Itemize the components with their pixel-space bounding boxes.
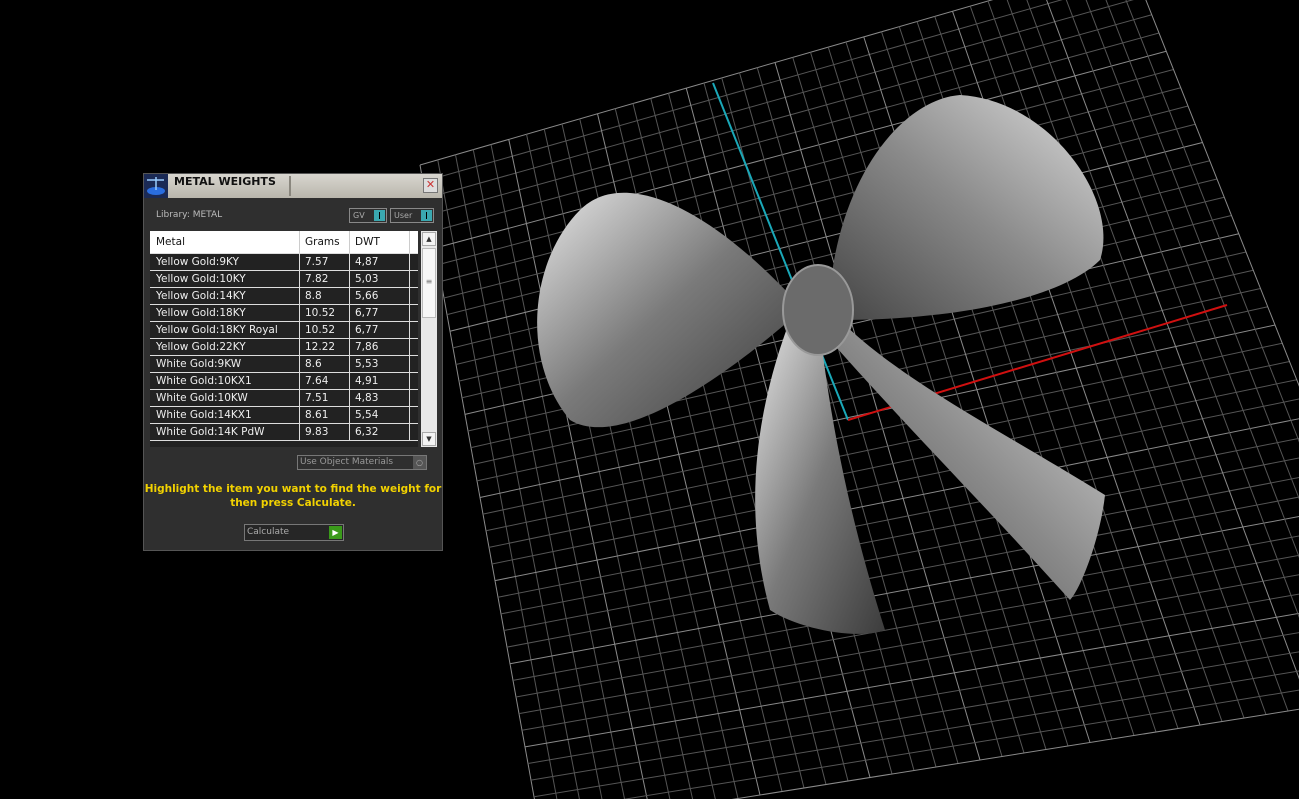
cell-dwt: 4,91 [350,373,410,389]
toggle-indicator-icon [374,210,385,221]
grid-line [530,651,1299,781]
grid-line [509,516,1299,665]
cell-metal: White Gold:10KX1 [150,373,300,389]
grid-line [524,612,1299,748]
ground-grid [419,0,1299,799]
library-label: Library: METAL [156,210,223,220]
cell-dwt: 7,86 [350,339,410,355]
scroll-up-button[interactable]: ▲ [422,232,436,246]
cell-grams: 9.83 [300,424,350,440]
cell-dwt: 5,03 [350,271,410,287]
grid-line [437,159,558,799]
table-row[interactable]: Yellow Gold:22KY 12.22 7,86 [150,339,418,356]
close-icon: ✕ [425,178,436,191]
grid-line [622,689,1299,799]
cell-metal: Yellow Gold:22KY [150,339,300,355]
cell-dwt: 4,83 [350,390,410,406]
column-header-metal[interactable]: Metal [150,231,300,253]
cell-grams: 8.8 [300,288,350,304]
use-object-materials-label: Use Object Materials [300,457,394,467]
table-row[interactable]: Yellow Gold:10KY 7.82 5,03 [150,271,418,288]
table-row[interactable]: Yellow Gold:18KY 10.52 6,77 [150,305,418,322]
radio-icon: ○ [413,456,426,469]
cell-metal: White Gold:14KX1 [150,407,300,423]
cell-grams: 10.52 [300,322,350,338]
grid-line [494,418,1299,582]
calculate-label: Calculate [247,527,290,537]
cell-metal: White Gold:10KW [150,390,300,406]
close-button[interactable]: ✕ [423,178,438,193]
cell-metal: Yellow Gold:14KY [150,288,300,304]
cell-dwt: 6,77 [350,322,410,338]
user-toggle[interactable]: User [390,208,434,223]
gv-toggle[interactable]: GV [349,208,387,223]
scale-icon [144,174,168,198]
cell-metal: Yellow Gold:18KY [150,305,300,321]
toggle-indicator-icon [421,210,432,221]
cell-dwt: 6,77 [350,305,410,321]
cell-grams: 7.51 [300,390,350,406]
gv-toggle-label: GV [353,211,365,220]
use-object-materials-toggle[interactable]: Use Object Materials ○ [297,455,427,470]
cell-metal: White Gold:14K PdW [150,424,300,440]
table-row[interactable]: Yellow Gold:14KY 8.8 5,66 [150,288,418,305]
grid-line [1105,0,1299,500]
table-row[interactable]: Yellow Gold:18KY Royal 10.52 6,77 [150,322,418,339]
cell-dwt: 5,54 [350,407,410,423]
cell-grams: 10.52 [300,305,350,321]
grid-line [1006,0,1267,715]
grid-line [512,535,1299,681]
cell-dwt: 4,87 [350,254,410,270]
cell-dwt: 5,66 [350,288,410,304]
cell-grams: 12.22 [300,339,350,355]
table-row[interactable]: White Gold:9KW 8.6 5,53 [150,356,418,373]
cell-grams: 8.6 [300,356,350,372]
panel-title: METAL WEIGHTS [174,175,276,188]
bow-model[interactable] [537,95,1105,634]
grid-line [1046,0,1299,680]
play-arrow-icon: ▶ [329,526,342,539]
table-row[interactable]: White Gold:10KX1 7.64 4,91 [150,373,418,390]
cell-metal: Yellow Gold:10KY [150,271,300,287]
cell-dwt: 6,32 [350,424,410,440]
grid-line [503,477,1299,631]
column-header-grams[interactable]: Grams [300,231,350,253]
table-row[interactable]: White Gold:10KW 7.51 4,83 [150,390,418,407]
user-toggle-label: User [394,211,413,220]
metal-table: Metal Grams DWT Yellow Gold:9KY 7.57 4,87 Y… [150,231,418,447]
table-row[interactable]: White Gold:14KX1 8.61 5,54 [150,407,418,424]
cell-grams: 7.82 [300,271,350,287]
metal-weights-panel: METAL WEIGHTS ✕ Library: METAL GV User M… [143,173,443,551]
grid-line [500,457,1299,615]
grid-line [518,574,1299,715]
cell-dwt: 5,53 [350,356,410,372]
cell-metal: Yellow Gold:18KY Royal [150,322,300,338]
cell-grams: 7.57 [300,254,350,270]
column-header-dwt[interactable]: DWT [350,231,410,253]
grid-line [731,708,1299,799]
grid-line [506,496,1299,648]
grid-line [515,554,1299,698]
hint-text: Highlight the item you want to find the … [144,483,442,509]
panel-titlebar[interactable]: METAL WEIGHTS ✕ [144,174,442,198]
table-scrollbar[interactable]: ▲ ≡ ▼ [421,231,437,447]
table-header: Metal Grams DWT [150,231,418,254]
cell-grams: 7.64 [300,373,350,389]
table-row[interactable]: Yellow Gold:9KY 7.57 4,87 [150,254,418,271]
title-divider [289,176,291,196]
scroll-down-button[interactable]: ▼ [422,432,436,446]
table-row[interactable]: White Gold:14K PdW 9.83 6,32 [150,424,418,441]
cell-metal: White Gold:9KW [150,356,300,372]
calculate-button[interactable]: Calculate ▶ [244,524,344,541]
scroll-thumb[interactable]: ≡ [422,248,436,318]
grid-line [1125,0,1299,443]
cell-metal: Yellow Gold:9KY [150,254,300,270]
cell-grams: 8.61 [300,407,350,423]
